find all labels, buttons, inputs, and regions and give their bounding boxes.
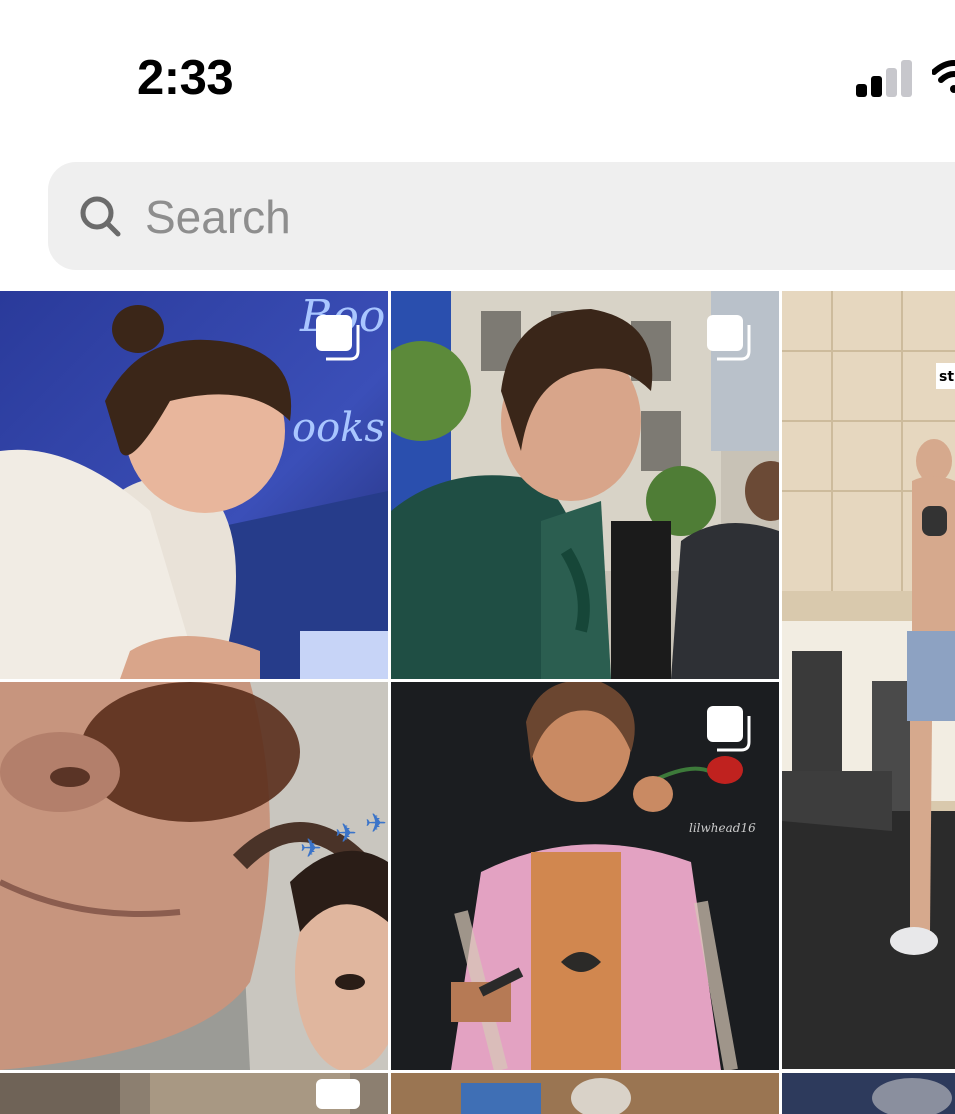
- svg-text:✈: ✈: [365, 809, 387, 839]
- watermark-text: lilwhead16: [689, 821, 756, 835]
- post-tile-partial-3[interactable]: [782, 1073, 955, 1114]
- post-tile-partial-2[interactable]: [391, 1073, 779, 1114]
- multiple-photos-icon: [707, 706, 751, 752]
- post-tile-gym-woman[interactable]: st: [782, 291, 955, 1069]
- cellular-signal-icon: [856, 59, 916, 97]
- multiple-photos-icon: [707, 315, 751, 361]
- post-tile-sunglasses-selfie[interactable]: ✈ ✈ ✈: [0, 682, 388, 1070]
- svg-text:✈: ✈: [300, 834, 322, 864]
- status-time: 2:33: [137, 51, 234, 105]
- search-placeholder: Search: [145, 191, 291, 243]
- search-icon: [78, 194, 122, 238]
- sticker-text: st: [939, 369, 954, 385]
- post-tile-green-suit-street[interactable]: [391, 291, 779, 679]
- post-tile-man-bun-signing[interactable]: Boo ooks: [0, 291, 388, 679]
- svg-text:✈: ✈: [335, 819, 357, 849]
- wifi-icon: [932, 58, 955, 94]
- svg-text:ooks: ooks: [292, 405, 385, 451]
- post-tile-partial-1[interactable]: [0, 1073, 388, 1114]
- multiple-photos-icon: [316, 315, 360, 361]
- post-tile-fringe-jacket-rose[interactable]: lilwhead16: [391, 682, 779, 1070]
